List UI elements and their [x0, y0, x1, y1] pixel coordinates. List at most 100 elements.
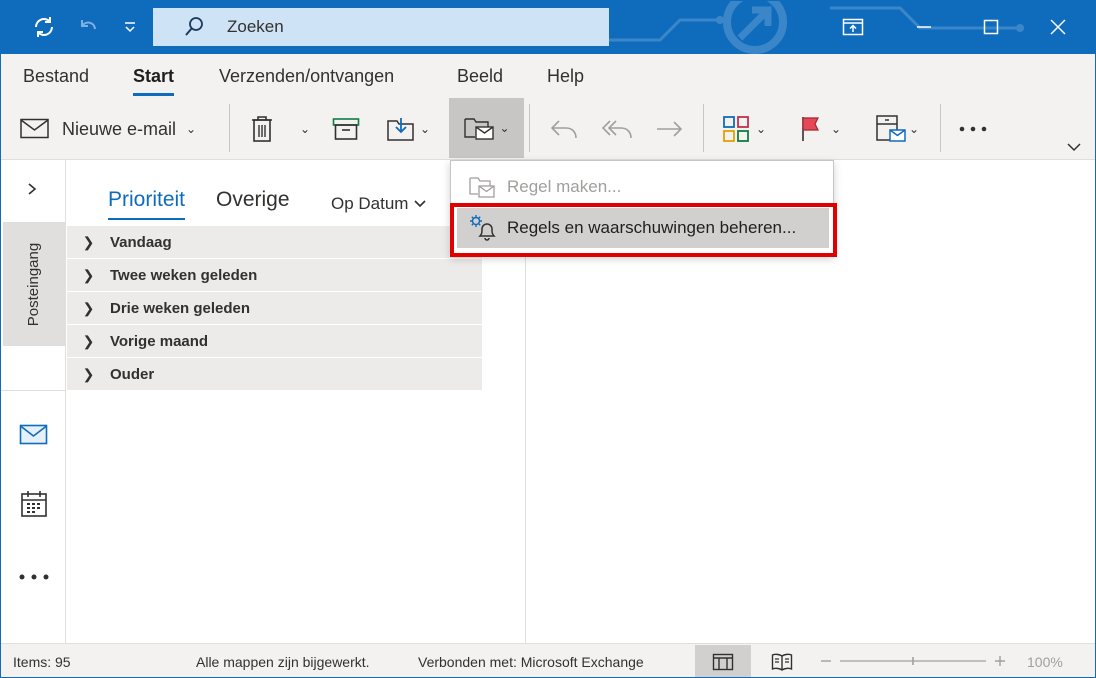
archive-icon: [332, 118, 360, 140]
chevron-right-icon: ❯: [82, 299, 95, 316]
tab-bestand[interactable]: Bestand: [23, 66, 89, 87]
normal-view-button[interactable]: [695, 645, 751, 678]
chevron-right-icon: ❯: [82, 332, 95, 349]
navigation-rail: Posteingang: [0, 160, 66, 643]
chevron-down-icon[interactable]: ⌄: [300, 122, 310, 136]
inbox-label: Posteingang: [25, 242, 43, 326]
status-bar: Items: 95 Alle mappen zijn bijgewerkt. V…: [0, 643, 1096, 678]
group-header[interactable]: ❯ Ouder: [67, 358, 482, 391]
group-header[interactable]: ❯ Twee weken geleden: [67, 259, 482, 292]
group-label: Vandaag: [110, 233, 172, 251]
reply-all-button[interactable]: [601, 100, 633, 158]
minimize-icon[interactable]: [891, 0, 957, 54]
group-label: Vorige maand: [110, 332, 209, 350]
customize-quick-access-icon[interactable]: [115, 12, 145, 42]
ribbon-separator: [529, 104, 530, 152]
search-box[interactable]: [153, 8, 609, 46]
archive-button[interactable]: [332, 100, 360, 158]
rail-separator: [0, 390, 66, 391]
sort-label: Op Datum: [331, 194, 409, 213]
tab-beeld[interactable]: Beeld: [457, 66, 503, 87]
reply-all-icon: [601, 120, 632, 139]
maximize-icon[interactable]: [958, 0, 1024, 54]
collapse-ribbon-icon[interactable]: [1066, 140, 1082, 158]
chevron-down-icon[interactable]: ⌄: [420, 122, 430, 136]
manage-rules-alerts-icon: [467, 213, 497, 243]
sync-status: Alle mappen zijn bijgewerkt.: [196, 654, 370, 670]
chevron-down-icon[interactable]: ⌄: [499, 121, 509, 135]
message-groups: ❯ Vandaag ❯ Twee weken geleden ❯ Drie weken…: [67, 226, 482, 391]
undo-icon[interactable]: [73, 12, 103, 42]
menu-item-label: Regel maken...: [507, 177, 622, 196]
group-header[interactable]: ❯ Vandaag: [67, 226, 482, 259]
sync-icon[interactable]: [29, 12, 59, 42]
group-label: Ouder: [110, 365, 155, 383]
new-mail-button[interactable]: Nieuwe e-mail ⌄: [20, 100, 196, 158]
chevron-right-icon: ❯: [82, 266, 95, 283]
rules-icon: [464, 118, 495, 140]
policy-icon: [876, 115, 906, 142]
connection-status: Verbonden met: Microsoft Exchange: [418, 654, 644, 670]
chevron-down-icon[interactable]: ⌄: [756, 122, 766, 136]
group-label: Drie weken geleden: [110, 299, 251, 317]
chevron-down-icon[interactable]: ⌄: [909, 122, 919, 136]
group-header[interactable]: ❯ Vorige maand: [67, 325, 482, 358]
sort-dropdown[interactable]: Op Datum: [331, 194, 427, 214]
create-rule-icon: [467, 172, 497, 202]
chevron-down-icon[interactable]: ⌄: [186, 122, 196, 136]
more-commands-button[interactable]: [958, 100, 988, 158]
forward-icon: [657, 121, 683, 137]
chevron-right-icon: ❯: [82, 233, 95, 250]
assign-policy-button[interactable]: ⌄: [875, 100, 919, 158]
rules-dropdown-menu: Regel maken... Regels en waarschuwingen …: [450, 160, 834, 256]
tab-verzenden-ontvangen[interactable]: Verzenden/ontvangen: [219, 66, 394, 87]
more-apps-icon[interactable]: [18, 568, 50, 586]
categorize-icon: [723, 116, 749, 142]
calendar-icon[interactable]: [20, 490, 48, 523]
ribbon-separator: [229, 104, 230, 152]
tab-help[interactable]: Help: [547, 66, 584, 87]
ribbon: Bestand Start Verzenden/ontvangen Beeld …: [0, 54, 1096, 160]
chevron-right-icon: ❯: [82, 365, 95, 382]
ribbon-display-icon[interactable]: [820, 0, 886, 54]
forward-button[interactable]: [655, 100, 685, 158]
move-to-folder-icon: [387, 118, 414, 141]
mail-icon[interactable]: [19, 424, 49, 451]
menu-item-label: Regels en waarschuwingen beheren...: [507, 218, 797, 237]
folder-pane-inbox[interactable]: Posteingang: [3, 222, 65, 346]
reading-view-button[interactable]: [754, 645, 810, 678]
new-mail-label: Nieuwe e-mail: [62, 118, 177, 139]
tab-start[interactable]: Start: [133, 66, 175, 96]
tab-prioriteit[interactable]: Prioriteit: [108, 188, 186, 220]
ribbon-separator: [940, 104, 941, 152]
ribbon-tabs: Bestand Start Verzenden/ontvangen Beeld …: [0, 54, 1096, 98]
delete-button[interactable]: ⌄: [250, 100, 310, 158]
close-icon[interactable]: [1025, 0, 1091, 54]
tab-overige[interactable]: Overige: [216, 188, 290, 212]
items-count: Items: 95: [13, 654, 71, 670]
zoom-slider[interactable]: [818, 652, 1008, 670]
ribbon-separator: [703, 104, 704, 152]
group-label: Twee weken geleden: [110, 266, 258, 284]
chevron-down-icon: [414, 200, 427, 208]
flag-button[interactable]: ⌄: [799, 100, 841, 158]
reply-button[interactable]: [549, 100, 579, 158]
menu-item-create-rule[interactable]: Regel maken...: [457, 167, 829, 207]
reading-view-icon: [771, 653, 793, 671]
more-icon: [959, 126, 987, 132]
chevron-right-icon[interactable]: [26, 182, 38, 201]
mail-icon: [20, 118, 49, 139]
menu-item-manage-rules-alerts[interactable]: Regels en waarschuwingen beheren...: [457, 208, 829, 248]
normal-view-icon: [712, 653, 734, 670]
categorize-button[interactable]: ⌄: [722, 100, 766, 158]
group-header[interactable]: ❯ Drie weken geleden: [67, 292, 482, 325]
reply-icon: [550, 120, 577, 139]
trash-icon: [252, 116, 272, 142]
zoom-level: 100%: [1027, 654, 1063, 670]
flag-icon: [802, 117, 819, 141]
chevron-down-icon[interactable]: ⌄: [831, 122, 841, 136]
search-input[interactable]: [227, 17, 527, 37]
move-button[interactable]: ⌄: [386, 100, 430, 158]
rules-button[interactable]: ⌄: [449, 98, 524, 158]
search-icon: [185, 17, 203, 36]
